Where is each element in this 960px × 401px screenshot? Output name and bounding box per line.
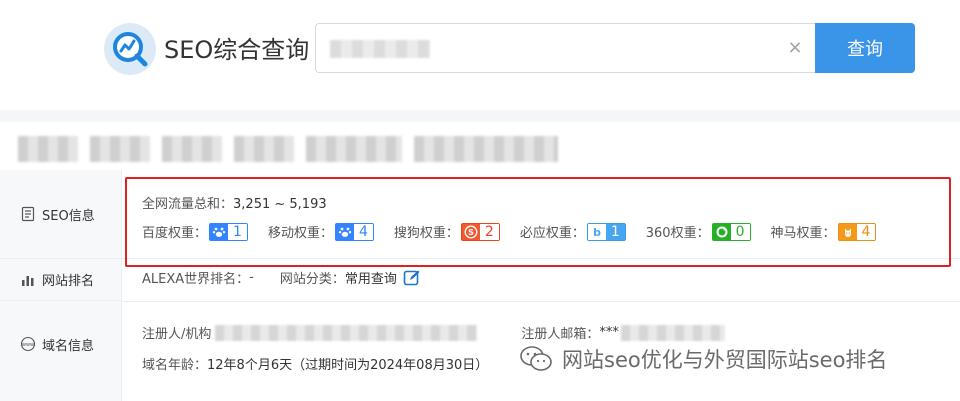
svg-text:b: b [593, 226, 601, 239]
weight-value: 2 [479, 223, 499, 240]
sidebar-item-label: 域名信息 [42, 338, 95, 354]
document-icon [20, 206, 36, 222]
weight-badge[interactable]: S 2 [460, 222, 500, 241]
weight-badge[interactable]: 0 [711, 222, 751, 241]
weight-sogou: 搜狗权重： S 2 [394, 222, 500, 241]
weight-label: 神马权重： [770, 226, 836, 241]
shenma-horse-icon [838, 223, 857, 240]
weight-shenma: 神马权重： 4 [771, 222, 877, 241]
page-title: SEO综合查询 [164, 36, 310, 64]
sidebar-item-site-ranking[interactable]: 网站排名 [0, 259, 122, 301]
weight-value: 4 [856, 223, 876, 240]
weight-value: 1 [605, 223, 625, 240]
header: SEO综合查询 × 查询 [0, 0, 960, 110]
weight-360: 360权重： 0 [646, 222, 751, 241]
weight-list: 百度权重： 1 移动权重： 4 搜狗权重： S 2 必应权重： b 1 360权… [142, 222, 877, 241]
divider [122, 301, 960, 302]
weight-bing: 必应权重： b 1 [520, 222, 626, 241]
search-button[interactable]: 查询 [815, 23, 915, 73]
weight-label: 移动权重： [267, 226, 333, 241]
svg-text:S: S [468, 228, 474, 237]
email-value-blurred [620, 324, 725, 341]
weight-mobile: 移动权重： 4 [268, 222, 374, 241]
360-ring-icon [712, 223, 731, 240]
weight-label: 360权重： [645, 226, 710, 241]
bar-chart-icon [20, 272, 36, 288]
weight-value: 0 [730, 223, 750, 240]
domain-age-label: 域名年龄： [142, 358, 208, 373]
traffic-label: 全网流量总和： [142, 197, 234, 212]
watermark-text: 网站seo优化与外贸国际站seo排名 [562, 348, 888, 372]
wechat-icon [518, 344, 554, 374]
www-globe-icon: www [20, 336, 36, 352]
weight-value: 4 [353, 223, 373, 240]
email-label: 注册人邮箱： [521, 327, 600, 342]
registrant-value-blurred [215, 324, 478, 341]
sidebar-item-label: SEO信息 [42, 208, 95, 224]
clear-icon[interactable]: × [786, 39, 804, 57]
sidebar-item-domain-info[interactable]: www 域名信息 [0, 301, 122, 387]
traffic-summary: 全网流量总和：3,251 ~ 5,193 [142, 193, 327, 212]
weight-baidu: 百度权重： 1 [142, 222, 248, 241]
domain-age-value: 12年8个月6天（过期时间为2024年08月30日） [207, 358, 489, 373]
sidebar-item-seo-info[interactable]: SEO信息 [0, 170, 122, 259]
registrant-label: 注册人/机构 [142, 327, 212, 342]
weight-badge[interactable]: b 1 [586, 222, 626, 241]
category-label: 网站分类： [279, 272, 345, 287]
ranking-row: ALEXA世界排名： - 网站分类： 常用查询 [142, 268, 421, 287]
domain-age-row: 域名年龄：12年8个月6天（过期时间为2024年08月30日） [142, 354, 488, 373]
weight-value: 1 [228, 223, 247, 240]
domain-title-blurred [18, 136, 558, 162]
registrant-row: 注册人/机构 注册人邮箱： *** [142, 323, 725, 342]
seo-info-section: 全网流量总和：3,251 ~ 5,193 百度权重： 1 移动权重： 4 搜狗权… [122, 170, 960, 259]
logo-magnifier-chart-icon [104, 23, 156, 75]
sidebar: SEO信息 网站排名 www 域名信息 [0, 170, 122, 401]
baidu-paw-icon [210, 223, 229, 240]
email-value: *** [599, 325, 619, 340]
weight-label: 必应权重： [519, 226, 585, 241]
weight-label: 百度权重： [142, 226, 208, 241]
sidebar-item-label: 网站排名 [42, 274, 95, 289]
svg-text:www: www [22, 342, 34, 348]
page: SEO综合查询 × 查询 SEO信息 网站排名 www 域名信息 全网流量总和：… [0, 0, 960, 401]
watermark: 网站seo优化与外贸国际站seo排名 [518, 344, 887, 374]
weight-badge[interactable]: 1 [209, 222, 248, 241]
baidu-paw-icon [335, 223, 354, 240]
edit-icon[interactable] [403, 269, 421, 287]
search-input[interactable]: × [315, 23, 815, 73]
weight-badge[interactable]: 4 [334, 222, 374, 241]
sogou-s-icon: S [461, 223, 480, 240]
search-input-blurred-value [330, 40, 430, 58]
weight-badge[interactable]: 4 [837, 222, 877, 241]
category-value[interactable]: 常用查询 [345, 268, 397, 287]
alexa-value: - [249, 270, 254, 285]
alexa-label: ALEXA世界排名： [142, 272, 250, 287]
bing-b-icon: b [587, 223, 606, 240]
traffic-value: 3,251 ~ 5,193 [233, 197, 327, 212]
weight-label: 搜狗权重： [393, 226, 459, 241]
